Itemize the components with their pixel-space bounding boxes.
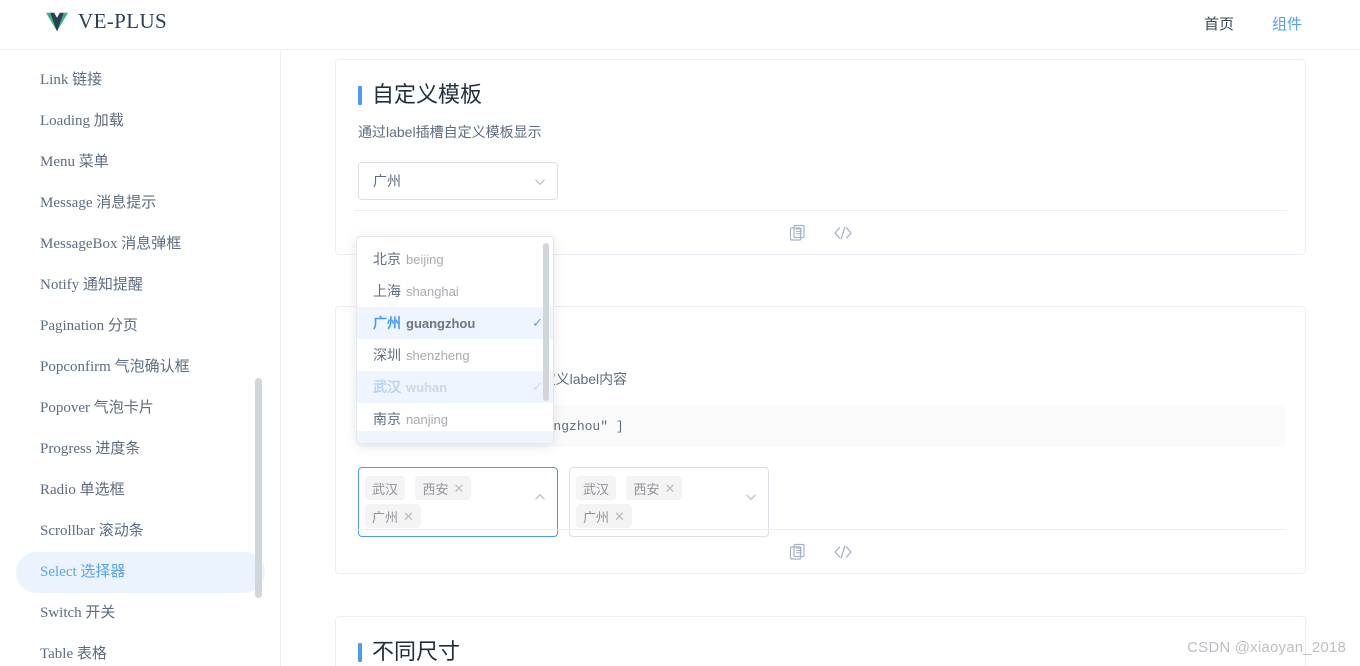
- sidebar-item-10[interactable]: Progress 进度条: [16, 429, 265, 470]
- sidebar-item-14[interactable]: Switch 开关: [16, 593, 265, 634]
- check-icon: ✓: [532, 315, 543, 330]
- option-label-en: wuhan: [406, 380, 448, 395]
- sidebar-item-7[interactable]: Pagination 分页: [16, 306, 265, 347]
- copy-icon[interactable]: [789, 543, 807, 561]
- tag-item[interactable]: 武汉: [365, 476, 406, 500]
- card-description: 通过label插槽自定义模板显示: [358, 124, 542, 140]
- dropdown-option-shanghai[interactable]: 上海 shanghai: [357, 275, 553, 307]
- sidebar-item-5[interactable]: MessageBox 消息弹框: [16, 224, 265, 265]
- option-label-cn: 深圳: [373, 347, 401, 363]
- tag-close-icon[interactable]: ✕: [403, 510, 414, 523]
- code-icon[interactable]: [833, 543, 853, 561]
- dropdown-option-beijing[interactable]: 北京 beijing: [357, 243, 553, 275]
- check-icon: ✓: [532, 379, 543, 394]
- chevron-up-icon: [535, 494, 545, 500]
- tag-item[interactable]: 广州 ✕: [576, 504, 632, 528]
- card-body: 广州: [358, 162, 1305, 200]
- option-label-cn: 上海: [373, 283, 401, 299]
- nav-item-home[interactable]: 首页: [1204, 13, 1234, 34]
- option-label-cn: 武汉: [373, 379, 401, 395]
- option-label-en: shenzheng: [406, 348, 470, 363]
- sidebar-item-3[interactable]: Menu 菜单: [16, 142, 265, 183]
- tag-close-icon[interactable]: ✕: [453, 482, 464, 495]
- sidebar: Link 链接 Loading 加载 Menu 菜单 Message 消息提示 Mess…: [0, 50, 281, 666]
- tag-item[interactable]: 广州 ✕: [365, 504, 421, 528]
- dropdown-option-list: 北京 beijing 上海 shanghai 广州 guangzhou ✓ 深圳 shenzhe…: [357, 243, 553, 435]
- card-title: 不同尺寸: [358, 637, 1305, 666]
- tag-label: 武汉: [372, 481, 399, 497]
- sidebar-scrollbar-thumb[interactable]: [255, 378, 262, 598]
- option-label-cn: 北京: [373, 251, 401, 267]
- sidebar-item-8[interactable]: Popconfirm 气泡确认框: [16, 347, 265, 388]
- dropdown-scrollbar-thumb[interactable]: [543, 243, 549, 401]
- top-nav: 首页 组件: [1204, 13, 1302, 34]
- tag-label: 广州: [372, 509, 399, 525]
- tag-item[interactable]: 武汉: [576, 476, 617, 500]
- sidebar-item-4[interactable]: Message 消息提示: [16, 183, 265, 224]
- sidebar-item-13[interactable]: Select 选择器: [16, 552, 265, 593]
- copy-icon[interactable]: [789, 224, 807, 242]
- select-single-city[interactable]: 广州: [358, 162, 558, 200]
- brand-name: VE-PLUS: [78, 9, 168, 33]
- card-custom-template: 自定义模板 通过label插槽自定义模板显示 广州: [335, 59, 1306, 255]
- sidebar-item-11[interactable]: Radio 单选框: [16, 470, 265, 511]
- select-dropdown-panel: 北京 beijing 上海 shanghai 广州 guangzhou ✓ 深圳 shenzhe…: [356, 236, 554, 444]
- tag-item[interactable]: 西安 ✕: [626, 476, 683, 500]
- page-root: VE-PLUS 首页 组件 Link 链接 Loading 加载 Menu 菜单 Me…: [0, 0, 1360, 666]
- option-label-en: beijing: [406, 252, 444, 267]
- tag-item[interactable]: 西安 ✕: [415, 476, 472, 500]
- brand[interactable]: VE-PLUS: [46, 9, 167, 34]
- nav-item-components[interactable]: 组件: [1272, 13, 1302, 34]
- card-body: 武汉 西安 ✕ 广州 ✕ 武汉 西安 ✕ 广州 ✕: [358, 467, 1305, 537]
- option-label-en: guangzhou: [406, 316, 476, 331]
- sidebar-item-15[interactable]: Table 表格: [16, 634, 265, 666]
- dropdown-footer-highlight: [357, 431, 553, 443]
- tag-label: 西安: [633, 481, 660, 497]
- vue-logo-icon: [46, 12, 68, 31]
- sidebar-item-9[interactable]: Popover 气泡卡片: [16, 388, 265, 429]
- card-title: 自定义模板: [358, 80, 1305, 110]
- tag-label: 西安: [422, 481, 449, 497]
- sidebar-item-2[interactable]: Loading 加载: [16, 101, 265, 142]
- tag-close-icon[interactable]: ✕: [664, 482, 675, 495]
- sidebar-scrollbar-track[interactable]: [255, 50, 271, 666]
- watermark: CSDN @xiaoyan_2018: [1187, 639, 1346, 656]
- sidebar-item-1[interactable]: Link 链接: [16, 60, 265, 101]
- sidebar-item-12[interactable]: Scrollbar 滚动条: [16, 511, 265, 552]
- select-single-value: 广州: [373, 173, 401, 189]
- dropdown-option-wuhan: 武汉 wuhan ✓: [357, 371, 553, 403]
- code-icon[interactable]: [833, 224, 853, 242]
- option-label-en: nanjing: [406, 412, 448, 427]
- sidebar-item-6[interactable]: Notify 通知提醒: [16, 265, 265, 306]
- chevron-down-icon: [746, 494, 756, 500]
- option-label-en: shanghai: [406, 284, 459, 299]
- dropdown-option-shenzheng[interactable]: 深圳 shenzheng: [357, 339, 553, 371]
- card-footer: [354, 529, 1287, 573]
- dropdown-option-guangzhou[interactable]: 广州 guangzhou ✓: [357, 307, 553, 339]
- select-multi-city[interactable]: 武汉 西安 ✕ 广州 ✕: [569, 467, 769, 537]
- card-different-sizes: 不同尺寸: [335, 616, 1306, 666]
- sidebar-list: Link 链接 Loading 加载 Menu 菜单 Message 消息提示 Mess…: [0, 50, 280, 666]
- select-multi-city-focused[interactable]: 武汉 西安 ✕ 广州 ✕: [358, 467, 558, 537]
- option-label-cn: 广州: [373, 315, 401, 331]
- app-header: VE-PLUS 首页 组件: [0, 0, 1360, 50]
- option-label-cn: 南京: [373, 411, 401, 427]
- tag-label: 武汉: [583, 481, 610, 497]
- tag-label: 广州: [583, 509, 610, 525]
- chevron-down-icon: [535, 179, 545, 185]
- tag-close-icon[interactable]: ✕: [614, 510, 625, 523]
